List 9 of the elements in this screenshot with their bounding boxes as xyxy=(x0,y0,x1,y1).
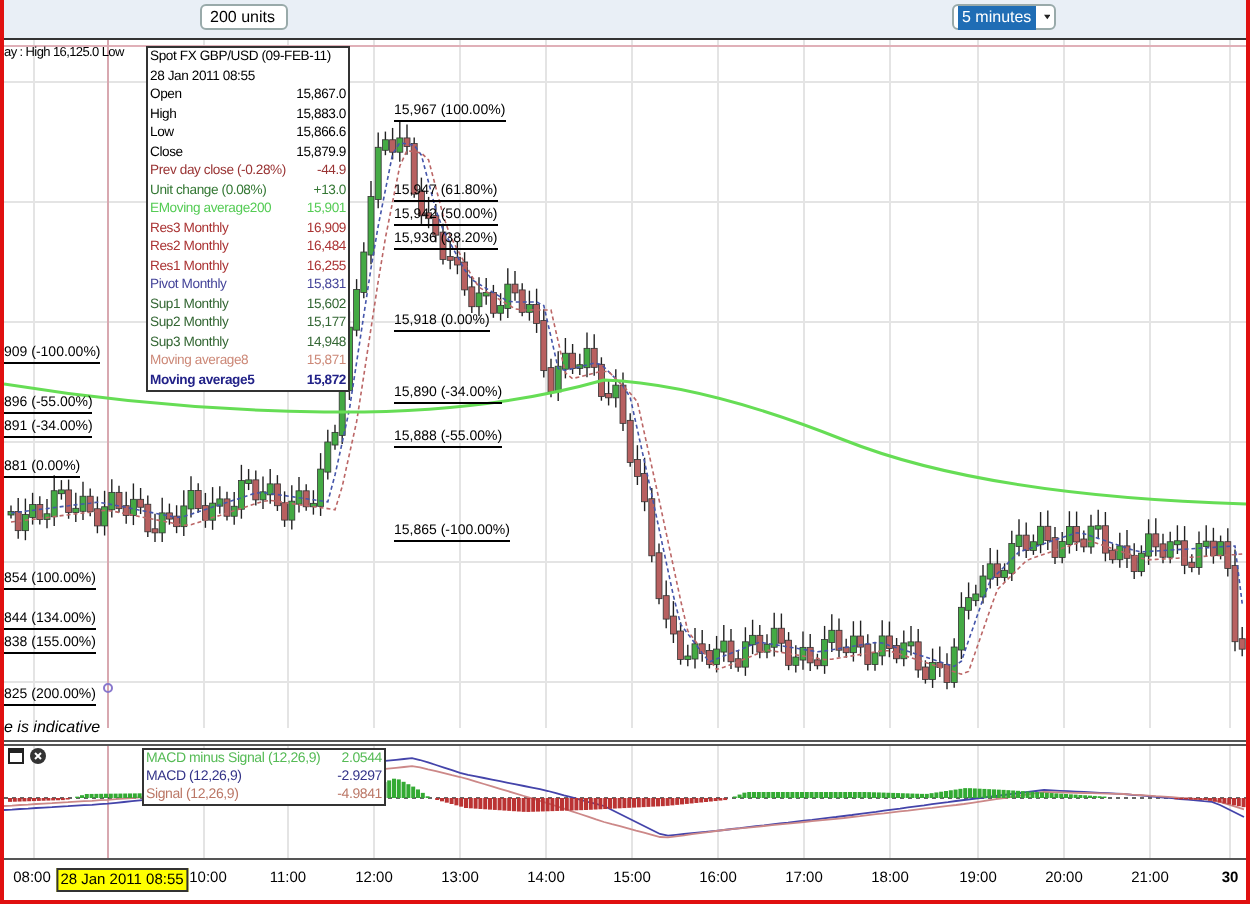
crosshair-line xyxy=(107,746,109,858)
dropdown[interactable]: 5 minutes xyxy=(952,4,1056,30)
close-icon[interactable] xyxy=(30,748,46,764)
crosshair-marker xyxy=(103,683,113,693)
dropdown[interactable]: 200 units xyxy=(200,4,288,30)
histogram-bars xyxy=(1174,798,1246,808)
caret-icon xyxy=(1043,12,1050,22)
window-icon[interactable] xyxy=(8,748,24,764)
indicative-notice: e is indicative xyxy=(4,718,101,736)
